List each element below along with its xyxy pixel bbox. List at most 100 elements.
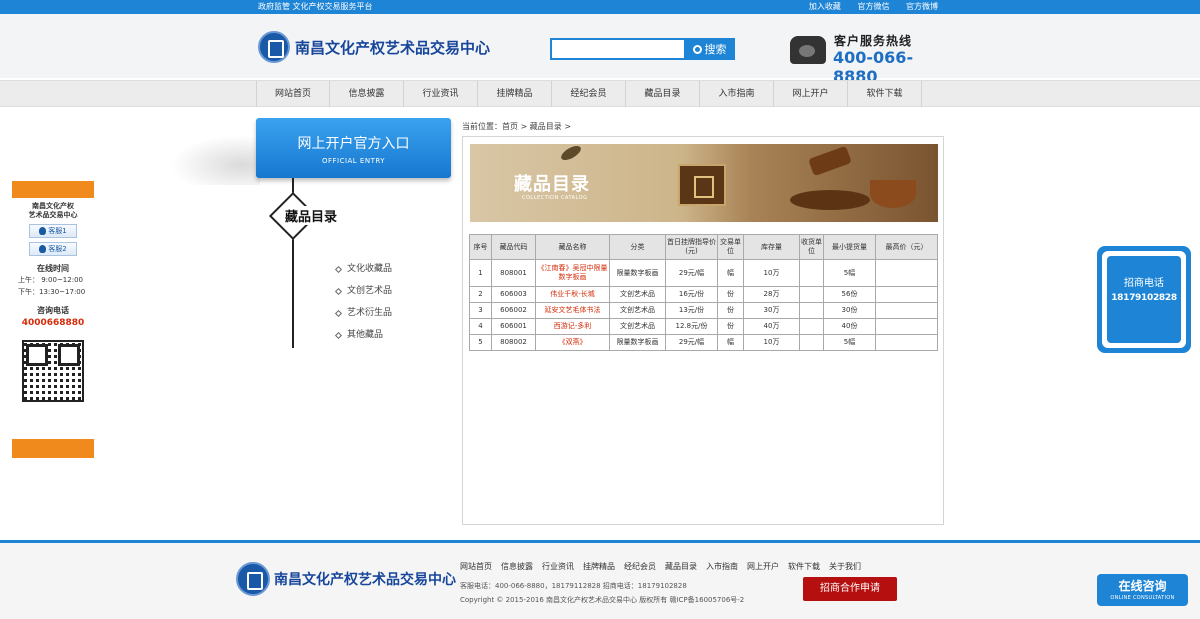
search-button[interactable]: 搜索	[684, 38, 735, 60]
top-slogan: 政府监管 文化产权交易服务平台	[258, 2, 373, 11]
table-row: 5 808002 《双燕》 限量数字板画 29元/幅 幅 10万 5幅	[469, 334, 938, 351]
nav-item-disclosure[interactable]: 信息披露	[330, 81, 404, 107]
footer-link-about[interactable]: 关于我们	[829, 561, 861, 572]
footer-logo-text: 南昌文化产权艺术品交易中心	[274, 572, 456, 588]
qq-penguin-icon	[39, 227, 47, 235]
auction-gavel-image	[808, 145, 852, 177]
investment-hotline-number: 18179102828	[1111, 293, 1177, 303]
nav-item-download[interactable]: 软件下载	[848, 81, 922, 107]
add-favorite-link[interactable]: 加入收藏	[809, 2, 841, 11]
nav-item-catalog[interactable]: 藏品目录	[626, 81, 700, 107]
col-stock: 库存量	[743, 234, 800, 260]
panel-title-line2: 艺术品交易中心	[28, 211, 78, 219]
footer-logo: 南昌文化产权艺术品交易中心	[236, 562, 456, 596]
official-wechat-link[interactable]: 官方微信	[857, 2, 889, 11]
ink-decoration	[170, 135, 260, 185]
consult-title: 咨询电话	[37, 306, 69, 315]
site-logo[interactable]: 南昌文化产权艺术品交易中心	[258, 31, 490, 63]
diamond-bullet-icon	[334, 287, 343, 295]
diamond-bullet-icon	[334, 309, 343, 317]
nav-item-brokers[interactable]: 经纪会员	[552, 81, 626, 107]
nav-item-open-account[interactable]: 网上开户	[774, 81, 848, 107]
footer-logo-emblem-icon	[236, 562, 270, 596]
investment-apply-button[interactable]: 招商合作申请	[803, 577, 897, 601]
section-title: 藏品目录	[285, 206, 342, 225]
online-time-title: 在线时间	[37, 264, 69, 273]
footer-link-brokers[interactable]: 经纪会员	[624, 561, 656, 572]
catalog-table: 序号 藏品代码 藏品名称 分类 首日挂牌指导价(元) 交易单位 库存量 收货单位…	[469, 234, 938, 351]
qq-penguin-icon	[39, 245, 47, 253]
footer-links: 网站首页 信息披露 行业资讯 挂牌精品 经纪会员 藏品目录 入市指南 网上开户 …	[460, 561, 861, 572]
banner-title: 藏品目录	[514, 174, 590, 195]
search-button-label: 搜索	[704, 43, 727, 56]
nav-item-featured[interactable]: 挂牌精品	[478, 81, 552, 107]
top-bar: 政府监管 文化产权交易服务平台 加入收藏 官方微信 官方微博	[0, 0, 1200, 14]
online-consult-title: 在线咨询	[1118, 579, 1167, 593]
online-time-pm: 下午：13:30~17:00	[18, 288, 86, 296]
col-index: 序号	[469, 234, 492, 260]
qq-service-2-label: 客服2	[48, 245, 67, 253]
entry-subtitle: OFFICIAL ENTRY	[321, 157, 386, 165]
footer-link-featured[interactable]: 挂牌精品	[583, 561, 615, 572]
submenu-item-cultural-collectibles[interactable]: 文化收藏品	[334, 258, 392, 280]
online-consult-subtitle: ONLINE CONSULTATION	[1110, 595, 1175, 601]
logo-emblem-icon	[258, 31, 290, 63]
table-row: 4 606001 西游记-多利 文创艺术品 12.8元/份 份 40万 40份	[469, 318, 938, 335]
search-bar: 搜索	[550, 38, 735, 60]
footer-link-catalog[interactable]: 藏品目录	[665, 561, 697, 572]
nav-item-industry-news[interactable]: 行业资讯	[404, 81, 478, 107]
item-name-link[interactable]: 西游记-多利	[535, 318, 610, 335]
gift-box-image	[678, 164, 726, 206]
qq-service-2-button[interactable]: 客服2	[29, 242, 77, 256]
item-name-link[interactable]: 伟业千秋-长城	[535, 286, 610, 303]
footer-link-open-account[interactable]: 网上开户	[747, 561, 779, 572]
breadcrumb-home[interactable]: 首页	[502, 122, 518, 131]
table-header-row: 序号 藏品代码 藏品名称 分类 首日挂牌指导价(元) 交易单位 库存量 收货单位…	[469, 234, 938, 260]
official-weibo-link[interactable]: 官方微博	[906, 2, 938, 11]
table-row: 2 606003 伟业千秋-长城 文创艺术品 16元/份 份 28万 56份	[469, 286, 938, 303]
qr-code-image	[22, 340, 84, 402]
entry-title: 网上开户官方入口	[297, 136, 410, 152]
item-name-link[interactable]: 《江南春》吴冠中限量数字板画	[535, 259, 610, 287]
investment-hotline-panel[interactable]: 招商电话 18179102828	[1097, 246, 1191, 353]
footer-link-home[interactable]: 网站首页	[460, 561, 492, 572]
col-min-pickup: 最小提货量	[823, 234, 876, 260]
investment-hotline-title: 招商电话	[1124, 278, 1164, 289]
col-category: 分类	[609, 234, 666, 260]
footer-link-guide[interactable]: 入市指南	[706, 561, 738, 572]
panel-title-line1: 南昌文化产权	[32, 202, 74, 210]
submenu-item-art-derivatives[interactable]: 艺术衍生品	[334, 302, 392, 324]
col-guide-price: 首日挂牌指导价(元)	[665, 234, 718, 260]
item-name-link[interactable]: 《双燕》	[535, 334, 610, 351]
submenu-item-other[interactable]: 其他藏品	[334, 324, 392, 346]
search-input[interactable]	[550, 38, 684, 60]
official-entry-button[interactable]: 网上开户官方入口 OFFICIAL ENTRY	[256, 118, 451, 178]
main-nav: 网站首页 信息披露 行业资讯 挂牌精品 经纪会员 藏品目录 入市指南 网上开户 …	[0, 80, 1200, 107]
panel-title: 南昌文化产权 艺术品交易中心	[12, 202, 94, 220]
col-name: 藏品名称	[535, 234, 610, 260]
qq-service-1-button[interactable]: 客服1	[29, 224, 77, 238]
hotline-title: 客户服务热线	[834, 34, 913, 48]
panel-top-bar	[12, 181, 94, 198]
nav-item-home[interactable]: 网站首页	[256, 81, 330, 107]
footer: 南昌文化产权艺术品交易中心 网站首页 信息披露 行业资讯 挂牌精品 经纪会员 藏…	[0, 543, 1200, 619]
submenu-item-creative-art[interactable]: 文创艺术品	[334, 280, 392, 302]
nav-item-guide[interactable]: 入市指南	[700, 81, 774, 107]
footer-link-download[interactable]: 软件下载	[788, 561, 820, 572]
footer-info: 客服电话：400-066-8880，18179112828 招商电话：18179…	[460, 579, 744, 607]
consult-phone: 4000668880	[21, 318, 85, 328]
item-name-link[interactable]: 延安文艺毛体书法	[535, 302, 610, 319]
breadcrumb-current[interactable]: 藏品目录	[530, 122, 562, 131]
footer-link-disclosure[interactable]: 信息披露	[501, 561, 533, 572]
catalog-banner: 藏品目录 COLLECTION CATALOG	[470, 144, 938, 222]
top-links: 加入收藏 官方微信 官方微博	[795, 0, 938, 14]
online-consult-button[interactable]: 在线咨询 ONLINE CONSULTATION	[1097, 574, 1188, 606]
online-time-am: 上午： 9:00~12:00	[18, 276, 83, 284]
col-code: 藏品代码	[491, 234, 536, 260]
footer-service-phones: 客服电话：400-066-8880，18179112828 招商电话：18179…	[460, 582, 687, 590]
footer-link-industry-news[interactable]: 行业资讯	[542, 561, 574, 572]
col-delivery-unit: 收货单位	[799, 234, 824, 260]
left-service-panel: 南昌文化产权 艺术品交易中心 客服1 客服2 在线时间 上午： 9:00~12:…	[12, 181, 94, 458]
header: 南昌文化产权艺术品交易中心 搜索 客户服务热线 400-066-8880	[0, 14, 1200, 86]
panel-bottom-bar	[12, 439, 94, 458]
